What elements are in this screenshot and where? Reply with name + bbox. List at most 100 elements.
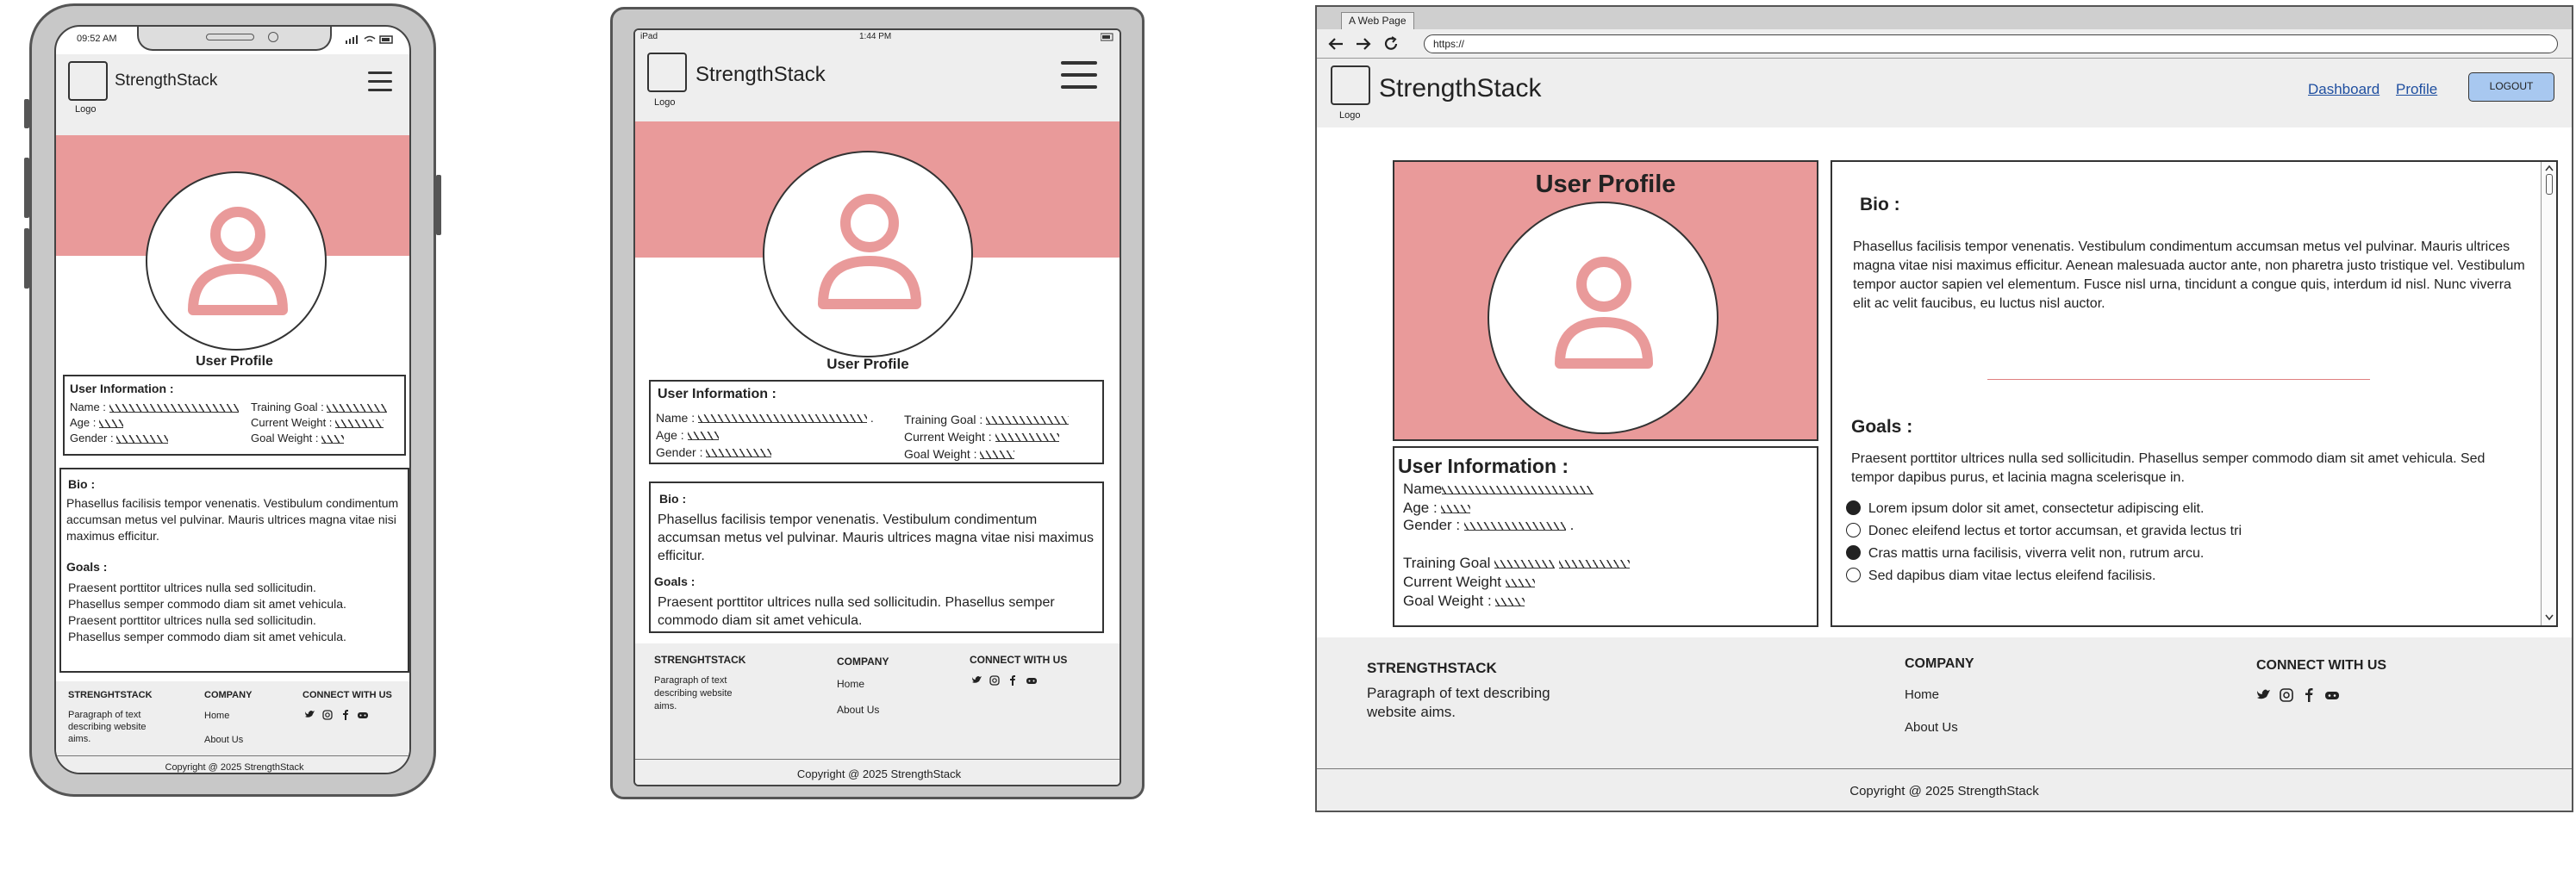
logo-label: Logo bbox=[1339, 110, 1361, 121]
logo-placeholder[interactable] bbox=[1331, 65, 1370, 105]
age-label: Age : bbox=[1403, 500, 1471, 517]
user-info-card: User Information : Name : Age : Gender :… bbox=[63, 375, 406, 456]
bio-card: Bio : Phasellus facilisis tempor venenat… bbox=[59, 468, 409, 673]
forward-arrow-icon bbox=[1357, 38, 1371, 50]
footer-brand-heading: STRENGHTSTACK bbox=[654, 654, 746, 666]
bio-card: Bio : Phasellus facilisis tempor venenat… bbox=[649, 481, 1104, 633]
name-label: Name : . bbox=[656, 411, 874, 425]
footer-description: Paragraph of text describing website aim… bbox=[1367, 685, 1550, 720]
twitter-icon bbox=[972, 676, 982, 683]
goals-text: Praesent porttitor ultrices nulla sed so… bbox=[1851, 451, 2486, 485]
goal-weight-label: Goal Weight : bbox=[904, 447, 1015, 461]
gender-label: Gender : bbox=[656, 445, 772, 459]
copyright: Copyright @ 2025 StrengthStack bbox=[165, 762, 304, 773]
twitter-icon bbox=[305, 711, 315, 718]
footer-connect-heading: CONNECT WITH US bbox=[2256, 658, 2387, 673]
discord-icon bbox=[1026, 678, 1037, 684]
copyright: Copyright @ 2025 StrengthStack bbox=[1849, 784, 2039, 798]
copyright: Copyright @ 2025 StrengthStack bbox=[796, 767, 962, 780]
goals-heading: Goals : bbox=[1851, 417, 1913, 437]
tablet-screen: iPad 1:44 PM Logo StrengthStack User Pro… bbox=[633, 28, 1121, 786]
footer-description: Paragraph of text describing website aim… bbox=[68, 710, 147, 744]
refresh-icon bbox=[1384, 36, 1398, 50]
goals-list: Praesent porttitor ultrices nulla sed so… bbox=[68, 580, 406, 645]
footer-link-home[interactable]: Home bbox=[1905, 687, 1939, 702]
footer-link-about[interactable]: About Us bbox=[204, 735, 243, 745]
phone-side-button bbox=[24, 99, 29, 128]
url-input[interactable]: https:// bbox=[1424, 34, 2558, 53]
browser-window: A Web Page https:// Logo StrengthStack D… bbox=[1315, 5, 2573, 812]
tablet-footer: STRENGHTSTACK Paragraph of text describi… bbox=[635, 643, 1120, 785]
logo-placeholder[interactable] bbox=[68, 61, 108, 101]
current-weight-label: Current Weight : bbox=[904, 430, 1059, 444]
brand-name[interactable]: StrengthStack bbox=[695, 63, 826, 87]
bio-goals-panel[interactable]: Bio : Phasellus facilisis tempor venenat… bbox=[1831, 160, 2558, 627]
goal-line: Phasellus semper commodo diam sit amet v… bbox=[68, 630, 346, 643]
footer-company-heading: COMPANY bbox=[837, 655, 889, 668]
scroll-down-icon bbox=[2545, 614, 2554, 621]
status-icons bbox=[346, 34, 397, 44]
tab-strip: A Web Page bbox=[1317, 7, 2572, 29]
goal-option[interactable]: Donec eleifend lectus et tortor accumsan… bbox=[1846, 520, 2242, 543]
nav-link-dashboard[interactable]: Dashboard bbox=[2308, 81, 2380, 98]
footer-link-home[interactable]: Home bbox=[837, 678, 864, 690]
browser-tab[interactable]: A Web Page bbox=[1341, 12, 1414, 29]
brand-name[interactable]: StrengthStack bbox=[1379, 74, 1541, 103]
avatar[interactable] bbox=[763, 151, 973, 357]
footer-link-about[interactable]: About Us bbox=[1905, 720, 1958, 735]
instagram-icon bbox=[322, 710, 333, 720]
hamburger-menu-icon[interactable] bbox=[368, 71, 392, 91]
logo-label: Logo bbox=[75, 104, 97, 115]
logout-button[interactable]: LOGOUT bbox=[2468, 72, 2554, 102]
training-goal-label: Training Goal bbox=[1403, 555, 1630, 572]
avatar[interactable] bbox=[1488, 202, 1718, 434]
footer-link-about[interactable]: About Us bbox=[837, 704, 879, 716]
phone-power-button bbox=[436, 175, 441, 235]
nav-link-profile[interactable]: Profile bbox=[2396, 81, 2437, 98]
avatar[interactable] bbox=[146, 171, 327, 351]
logo-label: Logo bbox=[654, 97, 676, 108]
back-arrow-icon bbox=[1328, 38, 1343, 50]
phone-header: Logo StrengthStack bbox=[56, 54, 409, 135]
goals-heading: Goals : bbox=[654, 575, 695, 588]
status-time: 09:52 AM bbox=[77, 34, 117, 44]
goal-weight-label: Goal Weight : bbox=[1403, 593, 1525, 610]
user-info-card: User Information : Name Age : Gender : .… bbox=[1393, 446, 1818, 627]
footer-link-home[interactable]: Home bbox=[204, 711, 229, 721]
scrollbar[interactable] bbox=[2541, 162, 2556, 625]
goal-option[interactable]: Cras mattis urna facilisis, viverra veli… bbox=[1846, 543, 2242, 565]
tablet-status-bar: iPad 1:44 PM bbox=[635, 30, 1120, 44]
speaker-icon bbox=[206, 34, 254, 40]
footer-divider bbox=[56, 755, 409, 756]
scrollbar-thumb[interactable] bbox=[2546, 174, 2553, 195]
goal-weight-label: Goal Weight : bbox=[251, 432, 345, 444]
radio-checked-icon bbox=[1846, 545, 1861, 560]
footer-divider bbox=[1317, 768, 2572, 769]
user-info-heading: User Information : bbox=[1398, 455, 1569, 477]
hamburger-menu-icon[interactable] bbox=[1061, 61, 1097, 89]
user-info-card: User Information : Name : . Age : Gender… bbox=[649, 380, 1104, 464]
footer-connect-heading: CONNECT WITH US bbox=[303, 690, 392, 700]
bio-text: Phasellus facilisis tempor venenatis. Ve… bbox=[658, 513, 1094, 563]
goals-text: Praesent porttitor ultrices nulla sed so… bbox=[658, 595, 1055, 628]
address-bar-row: https:// bbox=[1317, 29, 2572, 59]
goals-heading: Goals : bbox=[66, 560, 108, 574]
profile-title: User Profile bbox=[826, 356, 909, 372]
bio-heading: Bio : bbox=[1860, 195, 1900, 214]
instagram-icon bbox=[989, 675, 1000, 686]
social-icons bbox=[971, 674, 1044, 689]
profile-banner: User Profile bbox=[1393, 160, 1818, 441]
logo-placeholder[interactable] bbox=[647, 53, 687, 92]
profile-title: User Profile bbox=[1535, 171, 1676, 198]
goal-option[interactable]: Lorem ipsum dolor sit amet, consectetur … bbox=[1846, 498, 2242, 520]
training-goal-label: Training Goal : bbox=[904, 413, 1070, 426]
footer-connect-heading: CONNECT WITH US bbox=[970, 654, 1068, 666]
phone-volume-down bbox=[24, 228, 29, 289]
goal-option[interactable]: Sed dapibus diam vitae lectus eleifend f… bbox=[1846, 565, 2242, 587]
brand-name[interactable]: StrengthStack bbox=[115, 71, 217, 90]
social-icons bbox=[304, 709, 373, 724]
instagram-icon bbox=[2280, 688, 2293, 702]
footer-brand-heading: STRENGTHSTACK bbox=[1367, 660, 1497, 676]
training-goal-label: Training Goal : bbox=[251, 401, 388, 413]
phone-footer: STRENGHTSTACK Paragraph of text describi… bbox=[56, 681, 409, 773]
